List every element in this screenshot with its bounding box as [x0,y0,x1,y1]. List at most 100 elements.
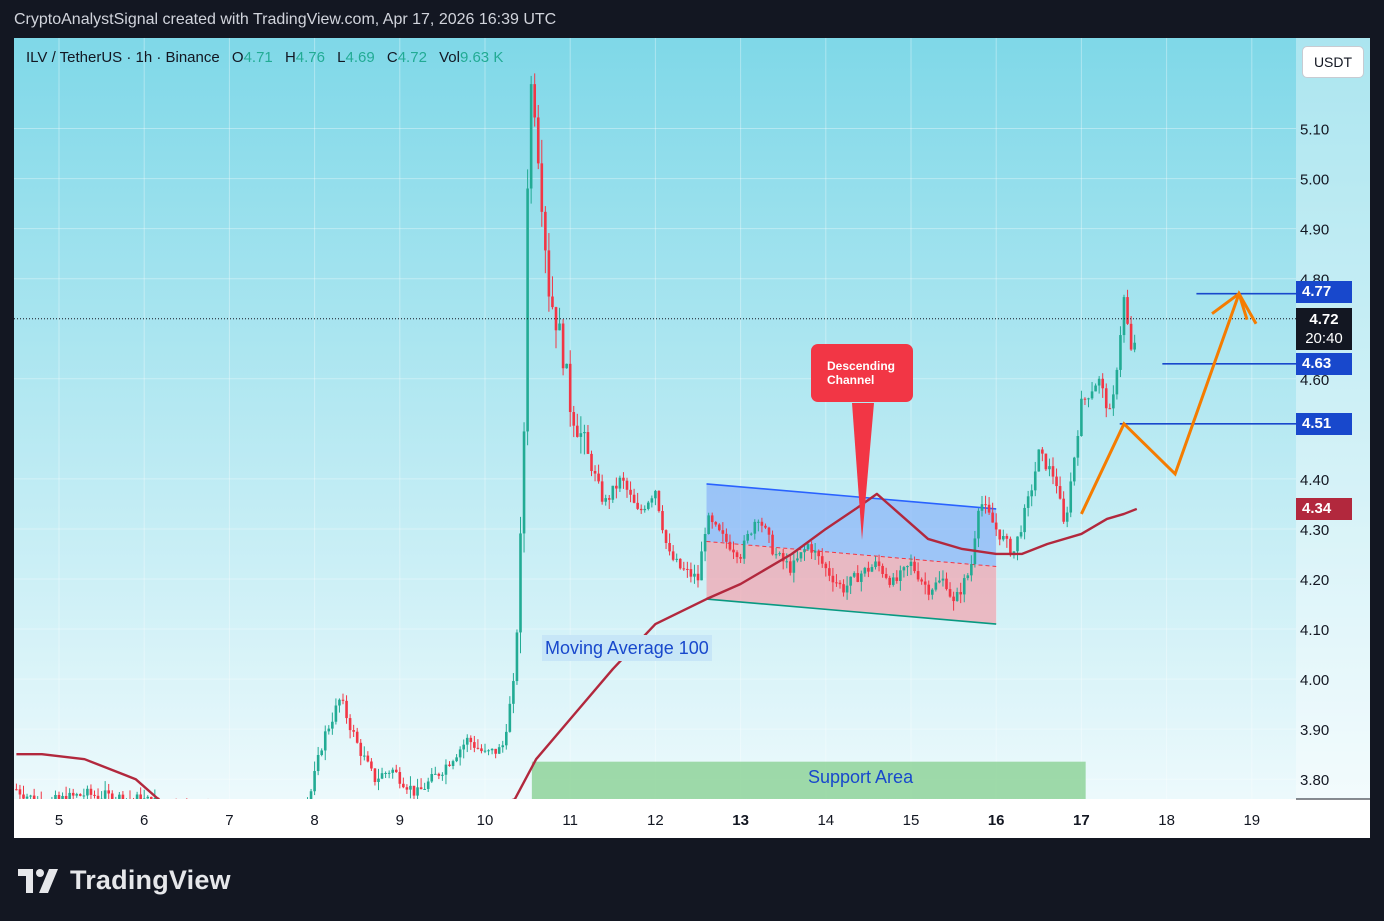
candle-body-222 [803,549,806,553]
candle-body-170 [618,477,622,489]
candle-body-213 [771,534,774,555]
candle-body-153 [558,323,561,331]
candle-body-302 [1087,398,1090,400]
candle-body-229 [828,568,831,576]
candle-body-117 [430,774,434,782]
candle-body-263 [948,589,952,597]
callout-line-2: Channel [827,373,875,387]
candle-body-129 [473,742,476,748]
low-value: 4.69 [345,49,375,66]
candle-body-310 [1115,369,1119,395]
candle-body-103 [380,773,384,779]
candle-body-288 [1037,449,1041,472]
time-tick-1: 6 [140,812,148,829]
price-tick-0: 5.10 [1300,122,1329,139]
candle-body-133 [487,750,490,752]
candle-body-179 [650,498,654,503]
chart-area[interactable]: 5.105.004.904.804.604.404.304.204.104.00… [14,38,1370,838]
candle-body-90 [334,705,338,722]
candle-body-185 [671,551,675,560]
support-area-label[interactable]: Support Area [808,767,913,788]
candle-body-109 [402,783,405,788]
candle-body-143 [522,431,526,534]
candle-body-192 [696,573,700,581]
candle-body-195 [707,515,710,535]
candle-body-204 [739,557,742,559]
candle-body-279 [1005,535,1009,539]
candle-body-127 [465,737,469,745]
candle-body-199 [721,530,725,534]
candle-body-115 [423,788,426,790]
candle-body-202 [732,549,735,553]
candle-body-315 [1133,342,1136,350]
time-tick-10: 15 [903,812,920,829]
candle-body-154 [561,323,565,369]
chart-caption: CryptoAnalystSignal created with Trading… [14,11,557,28]
candle-body-84 [313,771,316,792]
candle-body-244 [881,565,884,574]
candle-body-85 [316,754,320,772]
candle-body-209 [757,521,760,523]
candle-body-161 [586,432,590,454]
candle-body-311 [1119,335,1122,370]
candle-body-134 [490,748,494,751]
candle-body-186 [675,558,678,560]
candle-body-295 [1062,498,1065,522]
candle-body-178 [647,502,650,509]
candle-body-259 [934,582,938,590]
candle-body-168 [611,485,615,500]
candle-body-266 [959,591,962,595]
candle-body-113 [416,787,419,796]
candle-body-235 [849,576,852,586]
candle-body-285 [1026,496,1030,508]
candle-body-148 [540,163,544,212]
candle-body-26 [107,790,110,794]
close-value: 4.72 [397,49,427,66]
candle-body-110 [405,787,409,790]
tradingview-logo[interactable]: TradingView [18,862,231,898]
candle-body-219 [792,560,796,573]
candle-body-128 [469,737,473,743]
candle-body-272 [980,504,984,511]
time-tick-6: 11 [562,812,578,829]
price-chart[interactable]: 5.105.004.904.804.604.404.304.204.104.00… [14,38,1370,838]
candle-body-261 [941,578,945,581]
time-tick-14: 19 [1243,812,1260,829]
candle-body-312 [1122,297,1126,336]
descending-channel-callout[interactable]: Descending Channel [811,344,913,402]
symbol-legend[interactable]: ILV / TetherUS · 1h · Binance O4.71 H4.7… [26,49,503,66]
candle-body-100 [370,761,373,769]
current-price-tag: 4.72 20:40 [1296,308,1352,350]
time-tick-7: 12 [647,812,664,829]
candle-body-167 [607,498,611,500]
currency-button[interactable]: USDT [1302,46,1364,78]
candle-body-226 [817,550,820,557]
candle-body-214 [774,554,778,556]
candle-body-269 [970,564,973,576]
candle-body-247 [891,577,895,585]
candle-body-271 [977,510,980,539]
candle-body-97 [359,742,363,756]
candle-body-258 [931,589,934,595]
candle-body-230 [831,575,835,583]
level-tag-3: 4.51 [1296,413,1352,435]
candle-body-88 [327,728,331,732]
candle-body-205 [742,540,746,559]
candle-body-3 [25,796,29,799]
price-tick-2: 4.90 [1300,222,1329,239]
candle-body-256 [923,581,927,585]
candle-body-308 [1108,408,1112,410]
candle-body-102 [377,778,380,782]
candle-body-238 [860,573,863,582]
candle-body-207 [749,533,753,535]
price-tick-5: 4.40 [1300,472,1329,489]
candle-body-282 [1016,536,1019,552]
candle-body-112 [412,785,416,796]
ma-value-tag: 4.34 [1296,498,1352,520]
price-tick-1: 5.00 [1300,172,1329,189]
moving-average-label[interactable]: Moving Average 100 [542,635,712,661]
candle-body-119 [437,773,441,776]
candle-body-162 [590,453,593,472]
candle-body-145 [529,84,533,189]
candle-body-253 [913,561,916,572]
